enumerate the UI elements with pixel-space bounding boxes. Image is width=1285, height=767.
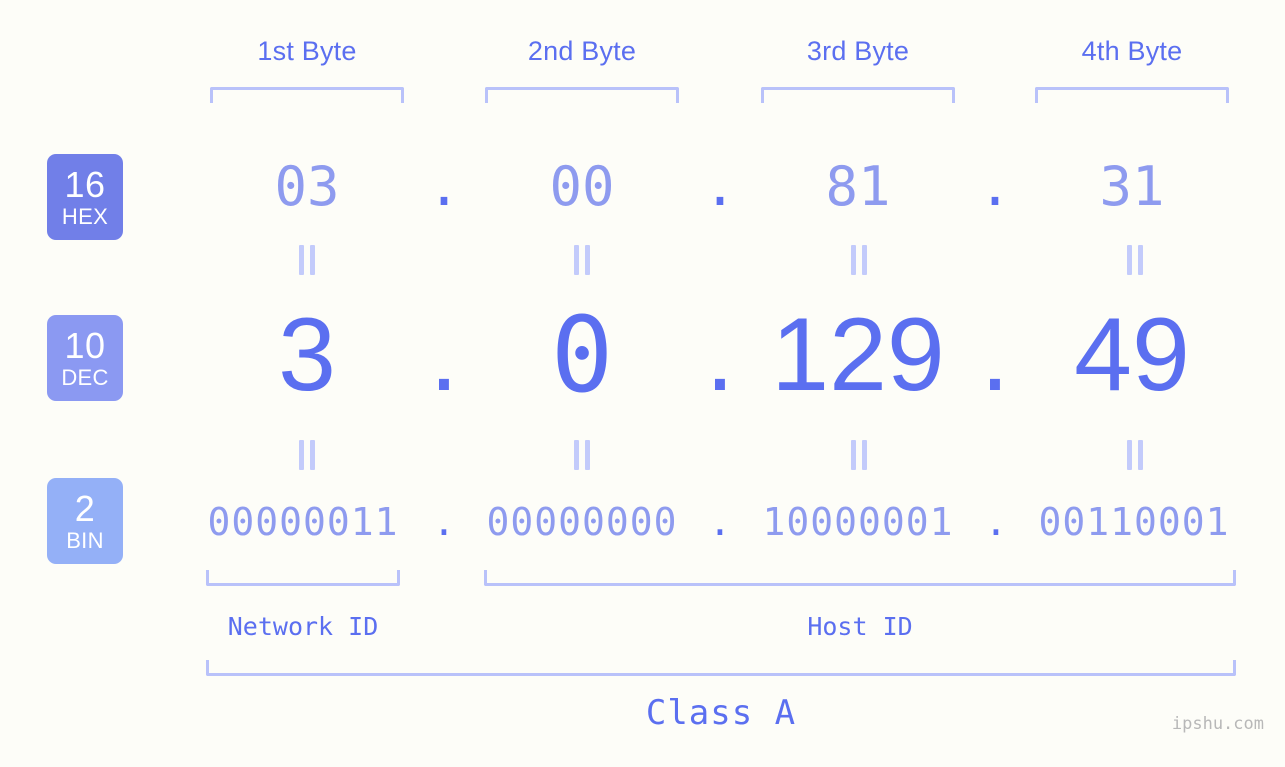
hex-byte-value-2: 00 xyxy=(549,155,615,218)
equals-mark-dec-bin-4 xyxy=(1123,440,1147,470)
hex-separator-2: . xyxy=(703,155,737,218)
equals-mark-dec-bin-3 xyxy=(847,440,871,470)
network-id-bracket xyxy=(206,570,400,586)
hex-byte-value-4: 31 xyxy=(1099,155,1165,218)
equals-mark-dec-bin-1 xyxy=(295,440,319,470)
byte-bracket-top-1 xyxy=(210,87,404,103)
hex-byte-value-1: 03 xyxy=(274,155,340,218)
hex-byte-value-3: 81 xyxy=(825,155,891,218)
radix-badge-bin-number: 2 xyxy=(74,487,96,529)
radix-badge-hex-number: 16 xyxy=(64,163,106,205)
network-id-label: Network ID xyxy=(227,612,379,641)
byte-header-label-1: 1st Byte xyxy=(257,36,357,66)
radix-badge-hex-name: HEX xyxy=(61,203,109,229)
byte-header-label-4: 4th Byte xyxy=(1081,36,1183,66)
equals-mark-hex-dec-4 xyxy=(1123,245,1147,275)
ip-byte-breakdown-diagram: 1st Byte 2nd Byte 3rd Byte 4th Byte 16 H… xyxy=(0,0,1285,767)
radix-badge-hex: 16 HEX xyxy=(47,154,123,240)
dec-separator-1: . xyxy=(429,297,459,413)
class-bracket xyxy=(206,660,1236,676)
dec-byte-value-1: 3 xyxy=(278,297,336,413)
host-id-bracket xyxy=(484,570,1236,586)
equals-mark-hex-dec-2 xyxy=(570,245,594,275)
host-id-label: Host ID xyxy=(807,612,913,641)
bin-byte-value-3: 10000001 xyxy=(762,500,954,544)
byte-bracket-top-2 xyxy=(485,87,679,103)
radix-badge-bin: 2 BIN xyxy=(47,478,123,564)
byte-header-label-3: 3rd Byte xyxy=(806,36,910,66)
radix-badge-dec-number: 10 xyxy=(64,324,106,366)
dec-byte-value-2: 0 xyxy=(550,294,614,416)
byte-bracket-top-3 xyxy=(761,87,955,103)
radix-badge-bin-name: BIN xyxy=(66,527,104,553)
radix-badge-dec-name: DEC xyxy=(61,364,109,390)
dec-byte-value-4: 49 xyxy=(1074,297,1190,413)
bin-separator-1: . xyxy=(432,500,456,544)
bin-byte-value-2: 00000000 xyxy=(486,500,678,544)
byte-header-label-2: 2nd Byte xyxy=(527,36,637,66)
equals-mark-dec-bin-2 xyxy=(570,440,594,470)
bin-byte-value-4: 00110001 xyxy=(1038,500,1230,544)
hex-separator-3: . xyxy=(978,155,1012,218)
dec-separator-3: . xyxy=(980,297,1010,413)
byte-bracket-top-4 xyxy=(1035,87,1229,103)
bin-separator-3: . xyxy=(984,500,1008,544)
bin-separator-2: . xyxy=(708,500,732,544)
bin-byte-value-1: 00000011 xyxy=(207,500,399,544)
dec-byte-value-3: 129 xyxy=(771,297,945,413)
watermark: ipshu.com xyxy=(1171,714,1264,734)
hex-separator-1: . xyxy=(427,155,461,218)
equals-mark-hex-dec-3 xyxy=(847,245,871,275)
radix-badge-dec: 10 DEC xyxy=(47,315,123,401)
equals-mark-hex-dec-1 xyxy=(295,245,319,275)
dec-separator-2: . xyxy=(705,297,735,413)
